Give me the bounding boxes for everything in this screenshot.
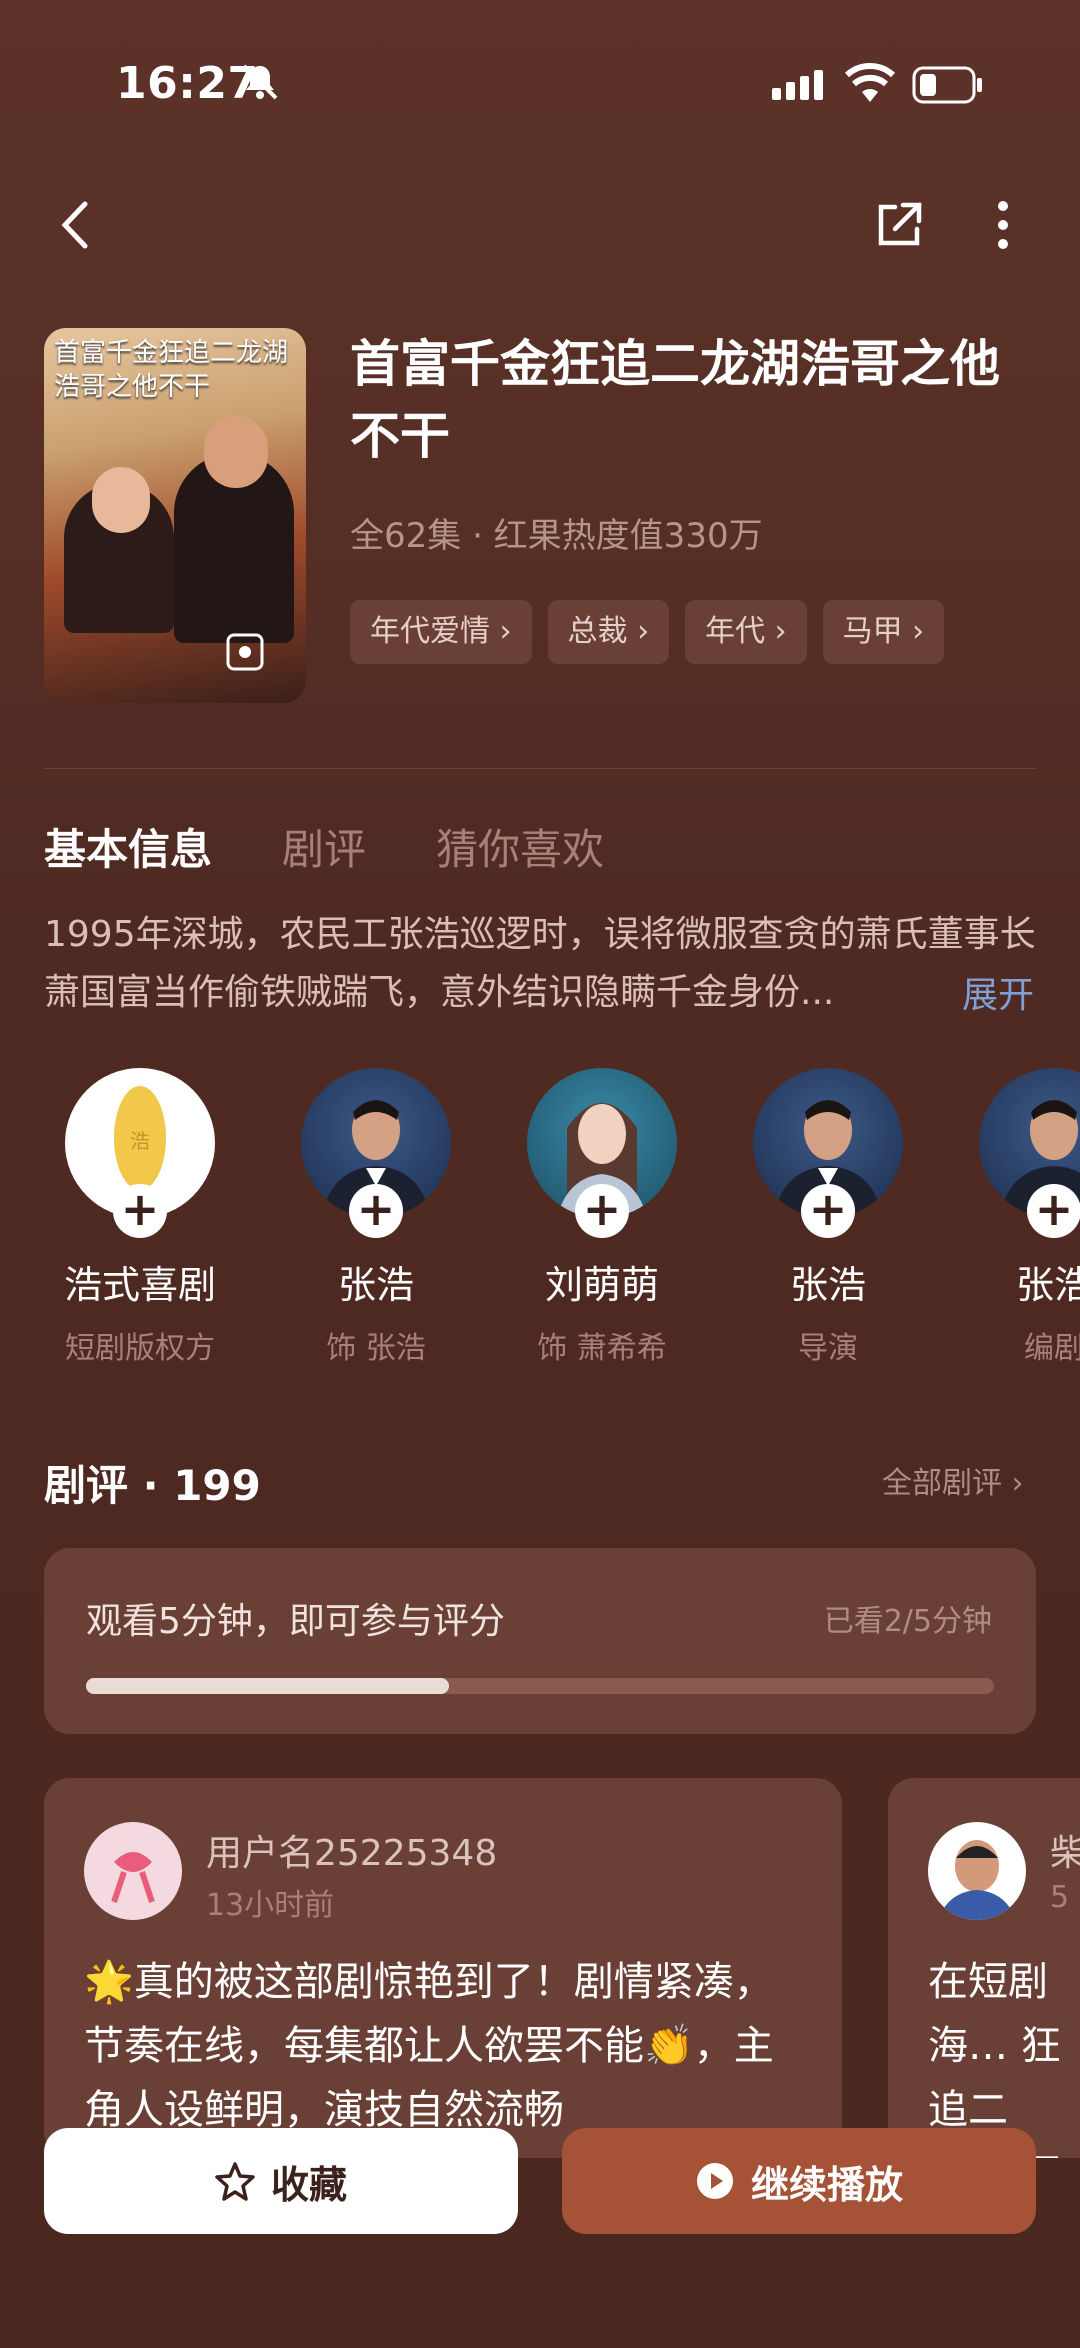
drama-poster[interactable]: 首富千金狂追二龙湖浩哥之他不干 [44, 328, 306, 703]
follow-plus-button[interactable]: + [1027, 1184, 1080, 1238]
cast-name: 张浩 [1015, 1263, 1080, 1307]
rating-prompt: 观看5分钟，即可参与评分 [86, 1601, 505, 1642]
cast-item[interactable]: + 刘萌萌 饰 萧希希 [522, 1068, 682, 1367]
cast-name: 张浩 [337, 1263, 414, 1307]
poster-logo [226, 633, 296, 685]
back-button[interactable] [40, 190, 110, 260]
cast-role: 饰 萧希希 [537, 1331, 667, 1366]
play-icon [696, 2163, 733, 2199]
synopsis-text: 1995年深城，农民工张浩巡逻时，误将微服查贪的萧氏董事长萧国富当作偷铁贼踹飞，… [44, 914, 1036, 1013]
cast-role: 编剧 [1024, 1331, 1080, 1366]
tab-recommendations[interactable]: 猜你喜欢 [436, 816, 604, 877]
star-icon [215, 2162, 255, 2201]
tag-chip[interactable]: 年代 › [685, 600, 807, 664]
cast-name: 刘萌萌 [544, 1263, 659, 1307]
cast-role: 短剧版权方 [65, 1331, 215, 1366]
tab-reviews[interactable]: 剧评 [282, 816, 366, 877]
more-vertical-icon [998, 201, 1008, 249]
divider [44, 768, 1036, 769]
battery-icon [912, 66, 984, 104]
poster-title: 首富千金狂追二龙湖浩哥之他不干 [54, 338, 289, 402]
more-options-button[interactable] [968, 190, 1038, 260]
user-avatar [928, 1822, 1026, 1920]
tab-basic-info[interactable]: 基本信息 [44, 816, 212, 877]
cast-item[interactable]: + 张浩 导演 [748, 1068, 908, 1367]
watch-progress-bar [86, 1678, 994, 1694]
review-time: 5 [1050, 1880, 1070, 1915]
share-icon [878, 202, 922, 246]
continue-play-label: 继续播放 [750, 2162, 903, 2207]
bell-muted-icon [240, 62, 280, 102]
status-time: 16:27 [116, 58, 259, 109]
favorite-button[interactable]: 收藏 [44, 2128, 518, 2234]
tag-chip[interactable]: 年代爱情 › [350, 600, 532, 664]
watch-progress-text: 已看2/5分钟 [823, 1604, 992, 1639]
all-reviews-link[interactable]: 全部剧评 › [882, 1458, 1024, 1502]
drama-title: 首富千金狂追二龙湖浩哥之他不干 [350, 335, 1000, 465]
cast-name: 张浩 [789, 1263, 866, 1307]
follow-plus-button[interactable]: + [349, 1184, 403, 1238]
cast-role: 导演 [798, 1331, 858, 1366]
user-avatar [84, 1822, 182, 1920]
drama-meta: 全62集 · 红果热度值330万 [350, 516, 763, 556]
review-username: 柴 [1050, 1833, 1080, 1874]
cast-item[interactable]: + 张浩 饰 张浩 [296, 1068, 456, 1367]
cast-item-clipped[interactable]: + 张浩 编剧 [974, 1068, 1080, 1388]
review-card[interactable]: 用户名25225348 13小时前 🌟真的被这部剧惊艳到了！剧情紧凑，节奏在线，… [44, 1778, 842, 2158]
tab-bar: 基本信息 剧评 猜你喜欢 [44, 816, 604, 877]
follow-plus-button[interactable]: + [801, 1184, 855, 1238]
follow-plus-button[interactable]: + [575, 1184, 629, 1238]
cast-name: 浩式喜剧 [63, 1263, 216, 1307]
cellular-signal-icon [772, 66, 828, 106]
tag-chip[interactable]: 马甲 › [822, 600, 945, 664]
tag-chip[interactable]: 总裁 › [547, 600, 670, 664]
tag-list: 年代爱情 › 总裁 › 年代 › 马甲 › [350, 600, 945, 664]
review-text: 在短剧海… 狂追二龙… 不干” [928, 1959, 1061, 2158]
continue-play-button[interactable]: 继续播放 [562, 2128, 1036, 2234]
review-text: 🌟真的被这部剧惊艳到了！剧情紧凑，节奏在线，每集都让人欲罢不能👏，主角人设鲜明，… [84, 1959, 774, 2133]
follow-plus-button[interactable]: + [113, 1184, 167, 1238]
svg-text:浩: 浩 [130, 1129, 150, 1153]
expand-link[interactable]: 展开 [962, 966, 1034, 1018]
chevron-left-icon [61, 201, 88, 249]
review-username: 用户名25225348 [206, 1833, 498, 1874]
share-button[interactable] [864, 190, 934, 260]
rating-card: 观看5分钟，即可参与评分 已看2/5分钟 [44, 1548, 1036, 1734]
reviews-title: 剧评 · 199 [44, 1461, 261, 1510]
wifi-icon [844, 62, 896, 104]
favorite-label: 收藏 [270, 2162, 347, 2207]
review-time: 13小时前 [206, 1888, 335, 1923]
cast-role: 饰 张浩 [326, 1331, 426, 1366]
review-card[interactable]: 柴 5 在短剧海… 狂追二龙… 不干” [888, 1778, 1080, 2158]
cast-item[interactable]: 浩 + 浩式喜剧 短剧版权方 [60, 1068, 220, 1367]
